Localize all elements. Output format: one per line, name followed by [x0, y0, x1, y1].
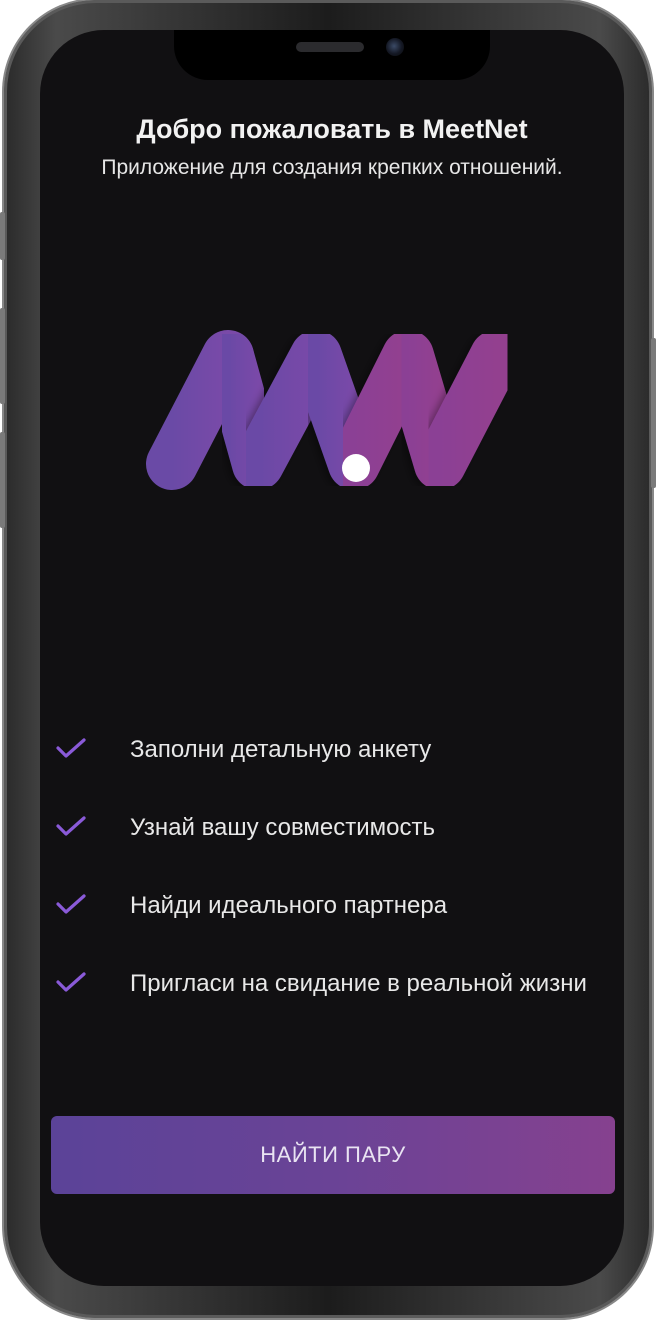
- feature-label: Узнай вашу совместимость: [130, 814, 436, 841]
- feature-label: Пригласи на свидание в реальной жизни: [130, 970, 587, 997]
- checkmark-icon: [56, 816, 86, 836]
- speaker-grille: [296, 42, 364, 52]
- find-match-button[interactable]: НАЙТИ ПАРУ: [51, 1116, 615, 1194]
- meetnet-logo-icon: [146, 330, 522, 490]
- volume-down-button: [0, 432, 5, 528]
- phone-frame: Добро пожаловать в MeetNet Приложение дл…: [0, 0, 656, 1318]
- volume-up-button: [0, 308, 5, 404]
- app-screen: Добро пожаловать в MeetNet Приложение дл…: [40, 30, 624, 1286]
- checkmark-icon: [56, 894, 86, 914]
- silent-switch: [0, 212, 5, 260]
- notch: [174, 30, 490, 80]
- checkmark-icon: [56, 972, 86, 992]
- checkmark-icon: [56, 738, 86, 758]
- feature-label: Найди идеального партнера: [130, 892, 448, 919]
- logo-dot: [342, 454, 370, 482]
- page-subtitle: Приложение для создания крепких отношени…: [101, 156, 563, 179]
- page-title: Добро пожаловать в MeetNet: [136, 114, 528, 144]
- power-button: [651, 338, 656, 488]
- feature-label: Заполни детальную анкету: [130, 736, 432, 763]
- front-camera: [386, 38, 404, 56]
